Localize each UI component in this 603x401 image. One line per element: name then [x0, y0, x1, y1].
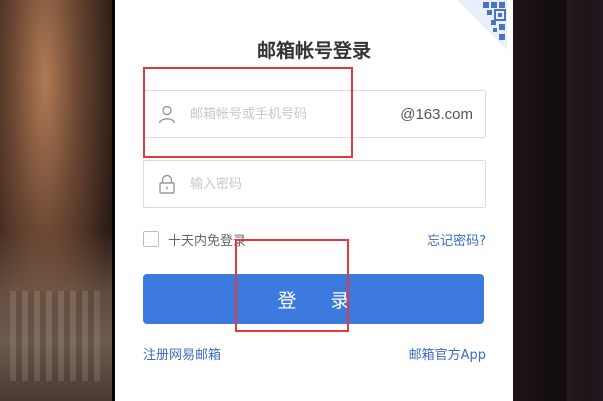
username-input[interactable] [190, 92, 401, 136]
official-app-link[interactable]: 邮箱官方App [409, 344, 486, 363]
remember-checkbox[interactable] [143, 231, 159, 247]
login-panel: 邮箱帐号登录 @163.com 十天内免登录 忘记密码? 登 录 注 [115, 0, 513, 401]
background-photo-left [0, 0, 112, 401]
email-domain-suffix: @163.com [400, 105, 473, 123]
background-cityscape [0, 231, 112, 401]
footer-links: 注册网易邮箱 邮箱官方App [143, 343, 486, 363]
background-photo-right [513, 0, 603, 401]
lock-icon [144, 174, 190, 194]
remember-option[interactable]: 十天内免登录 [143, 230, 246, 249]
forgot-password-link[interactable]: 忘记密码? [427, 230, 486, 249]
register-link[interactable]: 注册网易邮箱 [143, 344, 221, 363]
password-field[interactable] [143, 160, 486, 208]
page-title: 邮箱帐号登录 [256, 40, 371, 62]
remember-row: 十天内免登录 忘记密码? [143, 229, 486, 249]
user-icon [144, 104, 190, 124]
login-button[interactable]: 登 录 [143, 274, 484, 324]
remember-label: 十天内免登录 [168, 233, 247, 249]
username-field[interactable]: @163.com [143, 90, 486, 138]
password-input[interactable] [190, 162, 485, 206]
